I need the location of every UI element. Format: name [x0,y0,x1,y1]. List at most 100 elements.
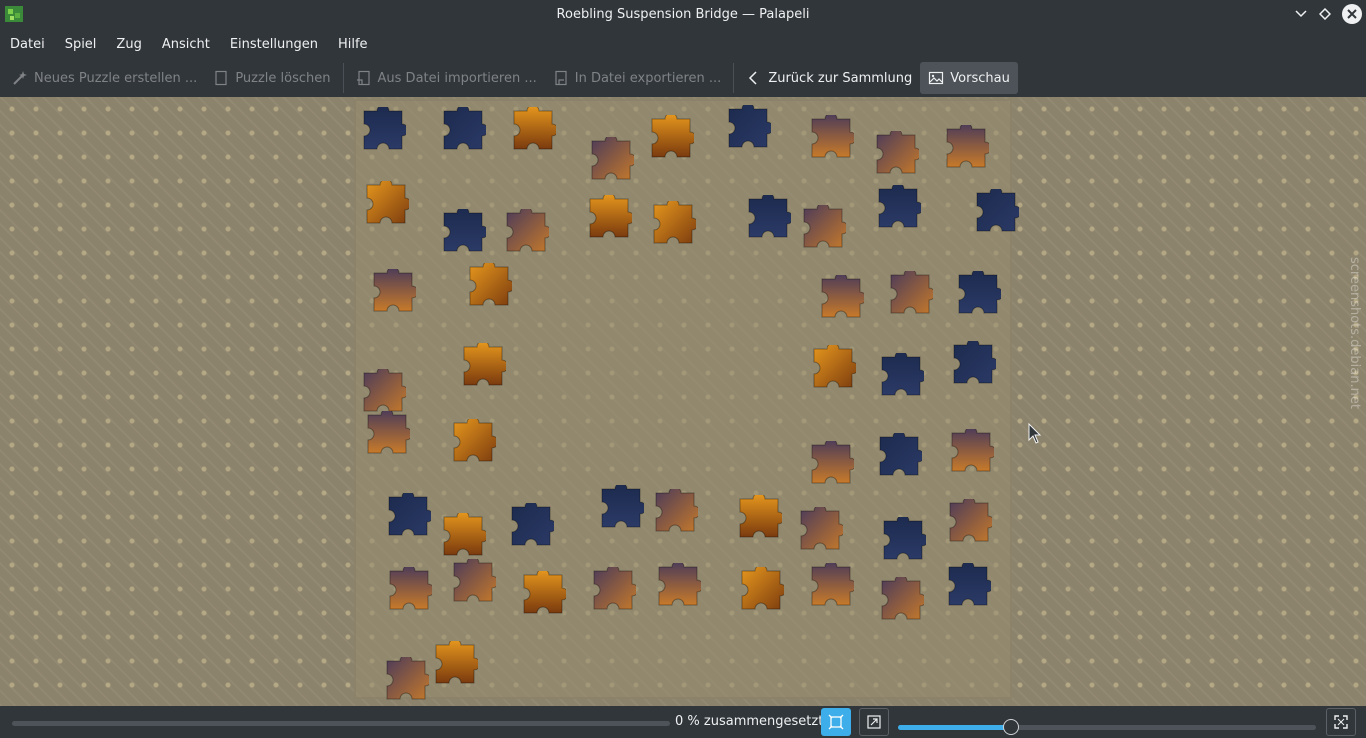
watermark: screenshots.debian.net [1347,257,1362,409]
page-icon [215,70,227,86]
puzzle-piece[interactable] [738,567,784,613]
toolbar-separator [733,63,735,93]
preview-label: Vorschau [950,70,1010,86]
export-label: In Datei exportieren ... [574,70,722,86]
zoom-slider-handle[interactable] [1002,719,1019,735]
puzzle-piece[interactable] [736,495,782,541]
puzzle-piece[interactable] [950,341,996,387]
magic-wand-icon [13,71,27,85]
menu-bar: Datei Spiel Zug Ansicht Einstellungen Hi… [0,30,1366,59]
puzzle-piece[interactable] [818,275,864,321]
fit-view-button[interactable] [859,708,889,736]
puzzle-piece[interactable] [503,209,549,255]
puzzle-piece[interactable] [370,269,416,315]
puzzle-piece[interactable] [725,105,771,151]
fullscreen-icon [1334,715,1348,729]
puzzle-piece[interactable] [797,507,843,553]
puzzle-piece[interactable] [808,563,854,609]
progress-bar [12,721,670,726]
puzzle-piece[interactable] [875,185,921,231]
puzzle-piece[interactable] [876,433,922,479]
constraint-toggle-button[interactable] [821,708,851,736]
puzzle-piece[interactable] [385,493,431,539]
puzzle-piece[interactable] [590,567,636,613]
puzzle-piece[interactable] [946,499,992,545]
export-icon [555,70,567,86]
puzzle-piece[interactable] [450,419,496,465]
puzzle-piece[interactable] [520,571,566,617]
puzzle-piece[interactable] [586,195,632,241]
minimize-button[interactable] [1292,3,1310,25]
puzzle-table[interactable]: screenshots.debian.net [0,97,1366,706]
new-puzzle-button[interactable]: Neues Puzzle erstellen ... [4,62,205,94]
close-icon [1347,9,1357,19]
puzzle-piece[interactable] [973,189,1019,235]
puzzle-piece[interactable] [943,125,989,171]
puzzle-piece[interactable] [440,107,486,153]
puzzle-piece[interactable] [878,353,924,399]
puzzle-piece[interactable] [880,517,926,563]
puzzle-piece[interactable] [460,343,506,389]
menu-spiel[interactable]: Spiel [55,30,107,59]
puzzle-piece[interactable] [745,195,791,241]
new-puzzle-label: Neues Puzzle erstellen ... [34,70,198,86]
menu-datei[interactable]: Datei [0,30,55,59]
mouse-cursor-icon [1028,423,1042,444]
puzzle-piece[interactable] [508,503,554,549]
puzzle-piece[interactable] [360,369,406,415]
puzzle-piece[interactable] [800,205,846,251]
puzzle-piece[interactable] [652,489,698,535]
maximize-button[interactable] [1316,3,1334,25]
import-button[interactable]: Aus Datei importieren ... [348,62,545,94]
back-label: Zurück zur Sammlung [768,70,913,86]
zoom-slider[interactable] [898,725,1316,730]
puzzle-piece[interactable] [873,131,919,177]
puzzle-piece[interactable] [364,411,410,457]
delete-puzzle-label: Puzzle löschen [235,70,331,86]
puzzle-piece[interactable] [450,559,496,605]
title-bar: Roebling Suspension Bridge — Palapeli [0,0,1366,29]
chevron-down-icon [1295,10,1307,18]
puzzle-piece[interactable] [650,201,696,247]
close-button[interactable] [1342,4,1362,24]
puzzle-piece[interactable] [386,567,432,613]
puzzle-piece[interactable] [808,441,854,487]
preview-button[interactable]: Vorschau [920,62,1018,94]
puzzle-piece[interactable] [440,209,486,255]
puzzle-piece[interactable] [955,271,1001,317]
puzzle-piece[interactable] [808,115,854,161]
puzzle-piece[interactable] [655,563,701,609]
puzzle-piece[interactable] [383,657,429,703]
menu-hilfe[interactable]: Hilfe [328,30,378,59]
puzzle-piece[interactable] [360,107,406,153]
puzzle-piece[interactable] [432,641,478,687]
puzzle-piece[interactable] [948,429,994,475]
zoom-slider-fill [898,725,1011,730]
puzzle-piece[interactable] [363,181,409,227]
puzzle-piece[interactable] [440,513,486,559]
puzzle-piece[interactable] [466,263,512,309]
diamond-icon [1319,8,1331,20]
fullscreen-button[interactable] [1326,708,1356,736]
puzzle-piece[interactable] [510,107,556,153]
import-label: Aus Datei importieren ... [377,70,537,86]
puzzle-piece[interactable] [878,577,924,623]
export-button[interactable]: In Datei exportieren ... [545,62,730,94]
delete-puzzle-button[interactable]: Puzzle löschen [205,62,338,94]
puzzle-piece[interactable] [598,485,644,531]
toolbar-separator [342,63,344,93]
fit-icon [867,715,881,729]
puzzle-piece[interactable] [648,115,694,161]
puzzle-piece[interactable] [810,345,856,391]
window-title: Roebling Suspension Bridge — Palapeli [556,7,810,22]
puzzle-piece[interactable] [588,137,634,183]
puzzle-piece[interactable] [945,563,991,609]
menu-einstellungen[interactable]: Einstellungen [220,30,328,59]
menu-ansicht[interactable]: Ansicht [152,30,220,59]
constraint-icon [828,714,844,730]
image-icon [929,71,944,85]
puzzle-piece[interactable] [887,271,933,317]
menu-zug[interactable]: Zug [106,30,151,59]
palapeli-icon [5,6,23,22]
back-to-collection-button[interactable]: Zurück zur Sammlung [738,62,920,94]
